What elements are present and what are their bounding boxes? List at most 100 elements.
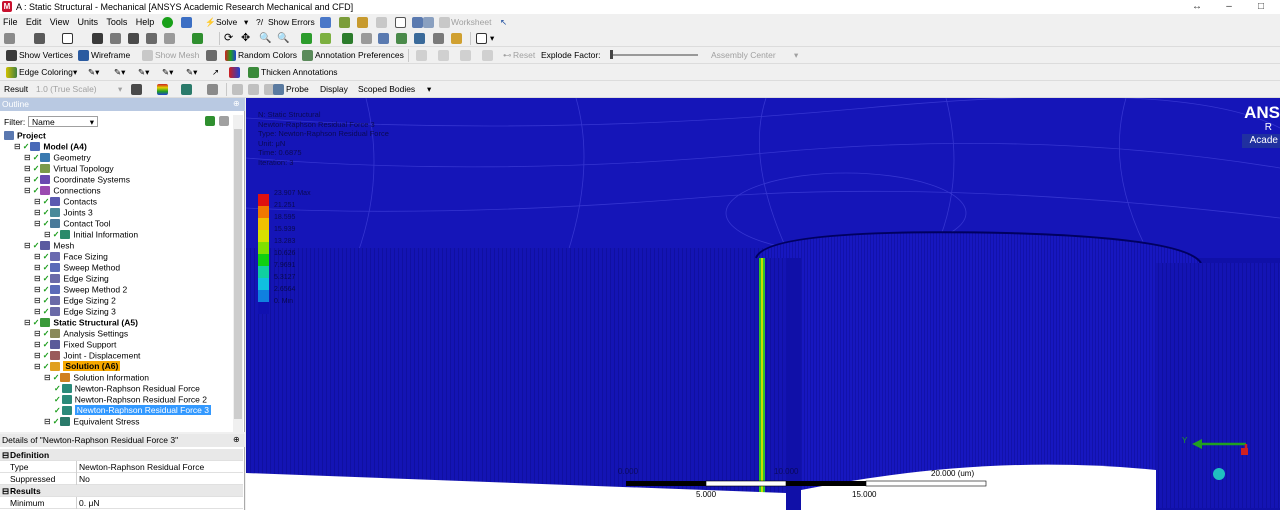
tree-expander-icon[interactable]: ⊟ (34, 197, 41, 206)
tree-item[interactable]: ⊟ ✓ Edge Sizing 2 (34, 295, 116, 306)
clipboard-icon[interactable] (192, 33, 203, 44)
zoom-extents-icon[interactable] (342, 33, 353, 44)
tree-item[interactable]: ⊟ ✓ Connections (24, 185, 101, 196)
tree-expander-icon[interactable]: ⊟ (44, 230, 51, 239)
tree-item[interactable]: ⊟ ✓ Equivalent Stress (44, 416, 140, 427)
result-scale-select[interactable]: 1.0 (True Scale) (36, 83, 97, 96)
tree-expander-icon[interactable]: ⊟ (24, 186, 31, 195)
random-colors-icon[interactable] (225, 50, 236, 61)
graphics-viewport[interactable]: N: Static Structural Newton-Raphson Resid… (246, 98, 1280, 510)
tree-item[interactable]: ⊟ ✓ Sweep Method 2 (34, 284, 127, 295)
tree-item[interactable]: ⊟ ✓ Joints 3 (34, 207, 93, 218)
tree-item[interactable]: ⊟ ✓ Edge Sizing 3 (34, 306, 116, 317)
zoom-to-fit-icon[interactable] (301, 33, 312, 44)
tree-item[interactable]: ⊟ ✓ Fixed Support (34, 339, 116, 350)
previous-view-icon[interactable] (378, 33, 389, 44)
worksheet-icon[interactable] (439, 17, 450, 28)
check-mesh-icon[interactable] (162, 17, 173, 28)
max-min-icon[interactable] (207, 84, 218, 95)
help-cursor-icon[interactable]: ↖ (500, 16, 507, 29)
thicken-annotations-button[interactable]: Thicken Annotations (261, 66, 338, 79)
chart-icon[interactable] (339, 17, 350, 28)
rotate-icon[interactable]: ⟳ (224, 32, 233, 45)
results-icon[interactable] (320, 17, 331, 28)
tree-item[interactable]: ⊟ ✓ Contact Tool (34, 218, 111, 229)
annotation-preferences-icon[interactable] (302, 50, 313, 61)
tree-item[interactable]: Project (4, 130, 46, 141)
zoom-icon[interactable]: 🔍 (259, 32, 271, 45)
report-icon[interactable] (412, 17, 423, 28)
tree-expander-icon[interactable]: ⊟ (24, 318, 31, 327)
edge-coloring-button[interactable]: Edge Coloring (19, 66, 73, 79)
transform-icon[interactable] (206, 50, 217, 61)
tree-expander-icon[interactable]: ⊟ (34, 219, 41, 228)
tree-item[interactable]: ⊟ ✓ Geometry (24, 152, 91, 163)
collapse-icon[interactable]: ⊟ (2, 449, 9, 461)
tree-item[interactable]: ⊟ ✓ Analysis Settings (34, 328, 128, 339)
isometric-view-icon[interactable] (414, 33, 425, 44)
show-mesh-button[interactable]: Show Mesh (155, 49, 199, 62)
face-select-icon[interactable] (128, 33, 139, 44)
details-row-type[interactable]: Type Newton-Raphson Residual Force (0, 461, 243, 473)
tree-expander-icon[interactable]: ⊟ (34, 307, 41, 316)
tree-expander-icon[interactable]: ⊟ (34, 296, 41, 305)
tree-expander-icon[interactable]: ⊟ (34, 329, 41, 338)
explode-icon-4[interactable] (482, 50, 493, 61)
filter-select[interactable]: Name ▾ (28, 116, 98, 127)
edge-display-5-icon[interactable]: ✎▾ (186, 66, 197, 79)
body-select-icon[interactable] (146, 33, 157, 44)
restore-icon[interactable]: ↔ (1182, 0, 1212, 14)
select-type-icon[interactable] (34, 33, 45, 44)
max-label-icon[interactable] (232, 84, 243, 95)
solve-dropdown-icon[interactable]: ▾ (244, 16, 248, 29)
outline-scrollbar-thumb[interactable] (234, 129, 242, 419)
details-group-results[interactable]: ⊟ Results (0, 485, 243, 497)
edge-direction-icon[interactable]: ↗ (212, 66, 219, 79)
show-vertices-button[interactable]: Show Vertices (19, 49, 73, 62)
tree-item[interactable]: ⊟ ✓ Coordinate Systems (24, 174, 130, 185)
menu-tools[interactable]: Tools (103, 14, 130, 30)
tree-item[interactable]: ⊟ ✓ Sweep Method (34, 262, 120, 273)
scoped-bodies-dropdown-icon[interactable]: ▾ (427, 83, 431, 96)
edge-display-3-icon[interactable]: ✎▾ (138, 66, 149, 79)
filter-dropdown-icon[interactable]: ▾ (90, 117, 94, 127)
edge-coloring-icon[interactable] (6, 67, 17, 78)
wireframe-icon[interactable] (78, 50, 89, 61)
viewport-layout-icon[interactable] (476, 33, 487, 44)
collapse-icon[interactable]: ⊟ (2, 485, 9, 497)
edge-display-4-icon[interactable]: ✎▾ (162, 66, 173, 79)
solve-bolt-icon[interactable]: ⚡ (205, 16, 216, 29)
extend-select-icon[interactable] (164, 33, 175, 44)
tree-item[interactable]: ⊟ ✓ Solution Information (44, 372, 149, 383)
tree-expander-icon[interactable]: ⊟ (44, 373, 51, 382)
next-view-icon[interactable] (396, 33, 407, 44)
tree-item[interactable]: ⊟ ✓ Edge Sizing (34, 273, 109, 284)
wireframe-button[interactable]: Wireframe (91, 49, 130, 62)
tree-item[interactable]: ⊟ ✓ Solution (A6) (34, 361, 121, 372)
explode-factor-slider-thumb[interactable] (610, 50, 613, 59)
tree-expander-icon[interactable]: ⊟ (34, 208, 41, 217)
details-row-minimum[interactable]: Minimum 0. μN (0, 497, 243, 509)
tree-expander-icon[interactable]: ⊟ (34, 351, 41, 360)
tree-item[interactable]: ⊟ ✓ Face Sizing (34, 251, 108, 262)
reset-icon[interactable]: ⊷ (503, 49, 512, 62)
layout-dropdown-icon[interactable]: ▾ (490, 32, 494, 45)
tree-expander-icon[interactable]: ⊟ (14, 142, 21, 151)
show-errors-icon[interactable]: ?/ (256, 16, 263, 29)
select-mode-icon[interactable] (4, 33, 15, 44)
pin-icon[interactable]: ⊕ (233, 99, 240, 108)
details-row-suppressed[interactable]: Suppressed No (0, 473, 243, 485)
tree-item[interactable]: ⊟ ✓ Virtual Topology (24, 163, 114, 174)
geometry-display-icon[interactable] (131, 84, 142, 95)
tree-expander-icon[interactable]: ⊟ (24, 164, 31, 173)
tree-expander-icon[interactable]: ⊟ (34, 340, 41, 349)
probe-button[interactable]: Probe (286, 83, 309, 96)
tree-item[interactable]: ⊟ ✓ Contacts (34, 196, 97, 207)
tree-expander-icon[interactable]: ⊟ (34, 285, 41, 294)
thicken-annotations-icon[interactable] (248, 67, 259, 78)
comment-icon[interactable] (376, 17, 387, 28)
annotation-preferences-button[interactable]: Annotation Preferences (315, 49, 404, 62)
tree-expander-icon[interactable]: ⊟ (34, 274, 41, 283)
magnifier-icon[interactable] (320, 33, 331, 44)
menu-view[interactable]: View (47, 14, 72, 30)
